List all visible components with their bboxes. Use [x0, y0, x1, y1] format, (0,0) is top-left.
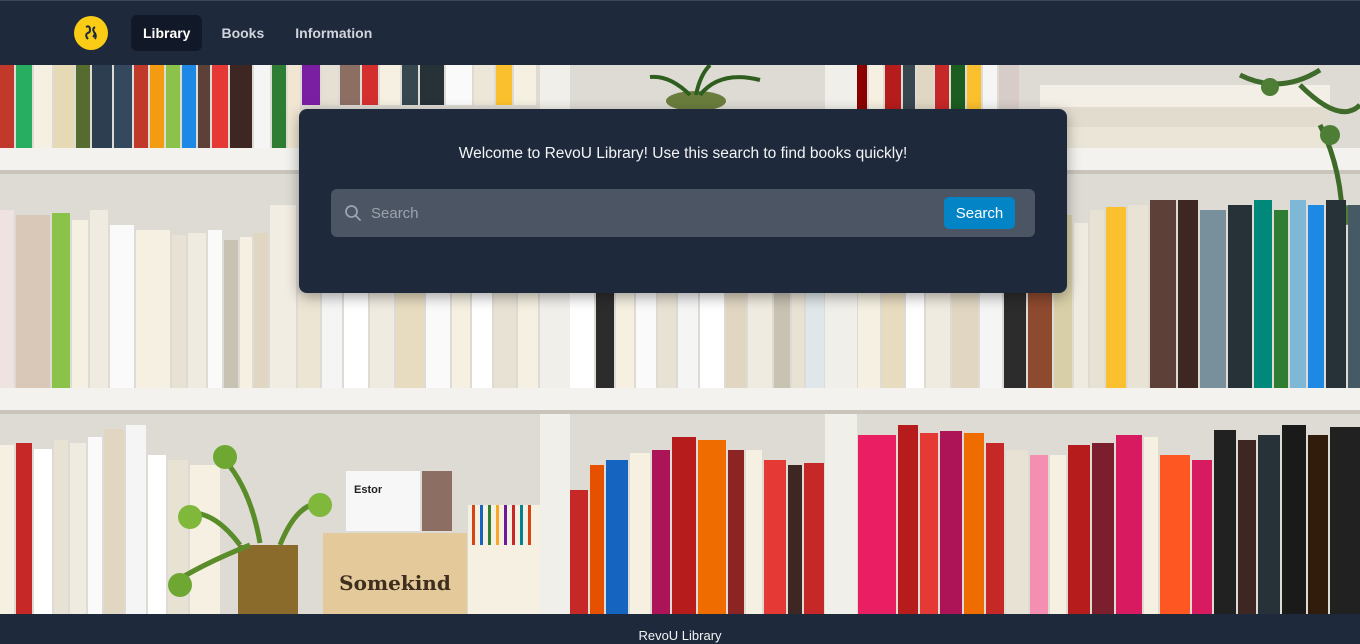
welcome-text: Welcome to RevoU Library! Use this searc… — [458, 145, 908, 162]
search-button[interactable]: Search — [944, 197, 1015, 229]
search-icon — [343, 203, 363, 223]
search-card: Welcome to RevoU Library! Use this searc… — [299, 109, 1067, 293]
nav-item-information[interactable]: Information — [283, 15, 384, 51]
somekind-sign-text: Somekind — [339, 571, 451, 595]
footer: RevoU Library — [0, 614, 1360, 644]
nav-item-library[interactable]: Library — [131, 15, 203, 51]
nav-item-books[interactable]: Books — [209, 15, 276, 51]
top-navbar: Library Books Information — [0, 0, 1360, 65]
estor-book-text: Estor — [354, 484, 383, 496]
footer-text: RevoU Library — [638, 628, 722, 643]
revou-logo-icon[interactable] — [74, 16, 108, 50]
search-input[interactable] — [363, 189, 944, 237]
search-bar[interactable]: Search — [331, 189, 1035, 237]
